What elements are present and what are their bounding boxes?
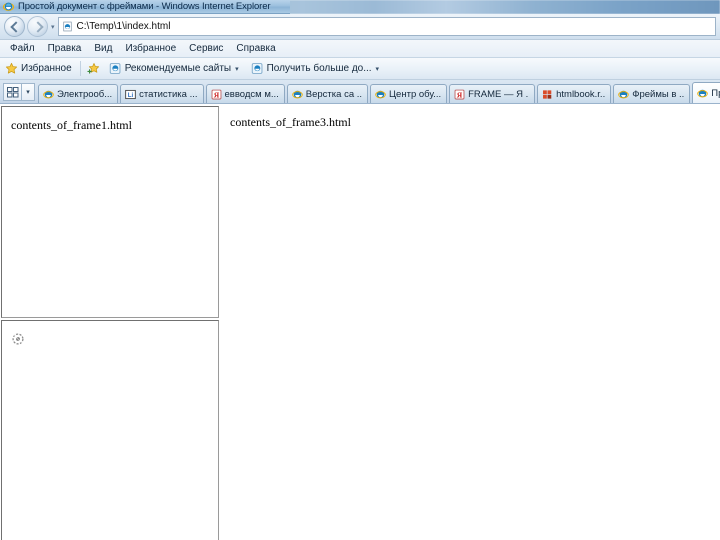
suggested-sites-label: Рекомендуемые сайты bbox=[124, 63, 232, 74]
menu-item-tools[interactable]: Сервис bbox=[183, 42, 230, 55]
frame-frame2[interactable] bbox=[1, 320, 219, 540]
broken-image-icon bbox=[12, 333, 24, 345]
ie-feed-icon bbox=[109, 63, 121, 74]
frame3-text: contents_of_frame3.html bbox=[230, 115, 351, 129]
browser-window: Простой документ с фреймами - Windows In… bbox=[0, 0, 720, 540]
ya-icon: Я bbox=[454, 89, 465, 99]
ie-logo-icon bbox=[697, 89, 709, 97]
tab-label: Фреймы в .. bbox=[632, 88, 685, 100]
ie-logo-icon bbox=[43, 90, 54, 98]
ie-feed-icon bbox=[251, 63, 262, 74]
forward-button[interactable] bbox=[27, 16, 48, 37]
ie-logo-icon bbox=[618, 90, 629, 98]
ie-logo-icon bbox=[375, 90, 386, 98]
title-bar: Простой документ с фреймами - Windows In… bbox=[0, 0, 290, 14]
tab-0[interactable]: Электрооб... bbox=[38, 84, 119, 103]
tab-label: статистика ... bbox=[139, 88, 198, 100]
svg-text:Я: Я bbox=[213, 90, 219, 99]
svg-text:Я: Я bbox=[457, 90, 463, 99]
chevron-down-icon[interactable]: ▾ bbox=[376, 65, 380, 73]
svg-text:Li: Li bbox=[128, 91, 134, 98]
tab-5[interactable]: Я FRAME — Я .. bbox=[449, 84, 536, 103]
tab-6[interactable]: htmlbook.r.. bbox=[537, 84, 612, 103]
quick-tabs-button[interactable] bbox=[3, 83, 22, 101]
favorites-bar: Избранное Рекомендуемые сайты ▾ Получить… bbox=[0, 58, 720, 80]
address-input-value[interactable]: C:\Temp\1\index.html bbox=[77, 21, 171, 32]
get-more-addons-item[interactable]: Получить больше до... ▾ bbox=[251, 62, 379, 75]
tab-7[interactable]: Фреймы в .. bbox=[613, 84, 691, 103]
tab-2[interactable]: Я евводсм м... bbox=[205, 84, 285, 103]
tab-4[interactable]: Центр обу... bbox=[370, 84, 448, 103]
favorites-separator bbox=[79, 61, 81, 76]
address-bar[interactable]: C:\Temp\1\index.html bbox=[57, 17, 716, 36]
menu-item-view[interactable]: Вид bbox=[88, 42, 119, 55]
favorites-button[interactable]: Избранное bbox=[5, 62, 72, 75]
tab-3[interactable]: Верстка са .. bbox=[286, 84, 369, 103]
tab-label: FRAME — Я .. bbox=[468, 88, 530, 100]
tab-label: htmlbook.r.. bbox=[556, 88, 606, 100]
tab-1[interactable]: Li статистика ... bbox=[120, 84, 204, 103]
menu-item-favorites[interactable]: Избранное bbox=[119, 42, 183, 55]
menu-item-help[interactable]: Справка bbox=[230, 42, 282, 55]
back-button[interactable] bbox=[4, 16, 25, 37]
quick-tabs-icon bbox=[6, 86, 18, 97]
tab-label: Просто... bbox=[711, 87, 720, 99]
window-title: Простой документ с фреймами - Windows In… bbox=[18, 1, 271, 12]
menu-item-edit[interactable]: Правка bbox=[42, 42, 89, 55]
tab-label: Электрооб... bbox=[57, 88, 113, 100]
frame-frame3[interactable]: contents_of_frame3.html bbox=[221, 104, 720, 540]
get-more-addons-label: Получить больше до... bbox=[266, 63, 372, 74]
tab-bar: ▾ Электрооб... Li статистика ... Я еввод… bbox=[0, 80, 720, 104]
htmlbook-icon bbox=[543, 89, 552, 99]
menu-item-file[interactable]: Файл bbox=[4, 42, 42, 55]
recent-pages-caret-icon[interactable]: ▾ bbox=[51, 23, 55, 31]
li-icon: Li bbox=[125, 89, 136, 99]
menu-bar: Файл Правка Вид Избранное Сервис Справка bbox=[0, 40, 720, 58]
ie-logo-icon bbox=[292, 90, 303, 98]
ie-logo-icon bbox=[3, 2, 14, 11]
frame-frame1[interactable]: contents_of_frame1.html bbox=[1, 106, 219, 318]
navigation-toolbar: ▾ C:\Temp\1\index.html bbox=[0, 14, 720, 40]
tab-8-active[interactable]: Просто... ✕ bbox=[692, 82, 720, 103]
frame1-text: contents_of_frame1.html bbox=[11, 118, 132, 132]
favorites-button-label: Избранное bbox=[21, 63, 72, 74]
page-icon bbox=[62, 21, 72, 32]
add-to-favorites-button[interactable] bbox=[87, 62, 103, 75]
suggested-sites-item[interactable]: Рекомендуемые сайты ▾ bbox=[109, 62, 239, 75]
page-content-frameset: contents_of_frame1.html contents_of_fram… bbox=[0, 104, 720, 540]
star-icon bbox=[5, 62, 18, 74]
tab-list-button[interactable]: ▾ bbox=[22, 83, 35, 101]
ya-icon: Я bbox=[211, 89, 221, 99]
chevron-down-icon[interactable]: ▾ bbox=[235, 65, 239, 73]
tab-label: евводсм м... bbox=[224, 88, 279, 100]
tab-label: Центр обу... bbox=[389, 88, 442, 100]
tab-label: Верстка са .. bbox=[305, 88, 363, 100]
star-add-icon bbox=[87, 63, 99, 74]
